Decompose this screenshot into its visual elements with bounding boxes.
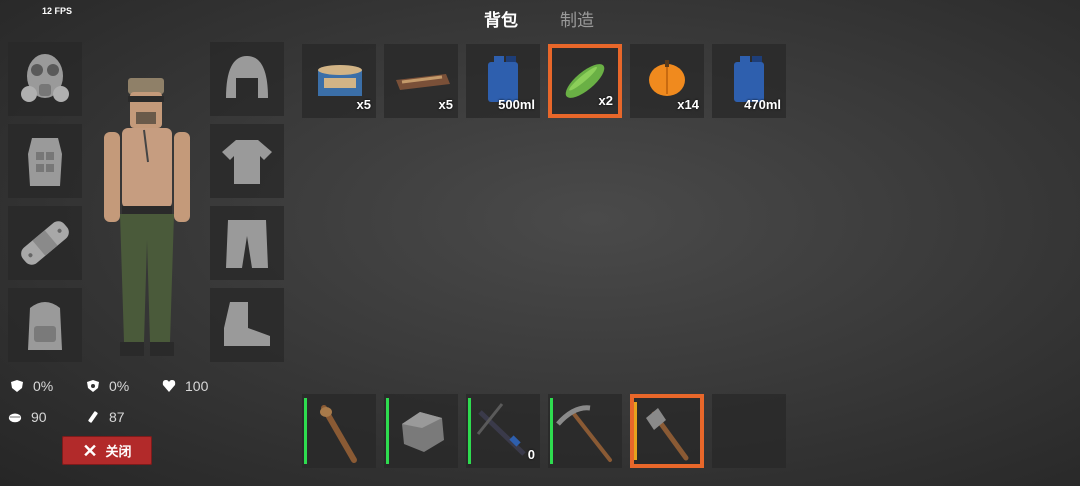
item-quantity: x14 [677,97,699,112]
bandage-icon [21,221,69,265]
body-armor-icon [28,138,62,186]
inventory-slot-selected[interactable]: x2 [548,44,622,118]
inventory-slot[interactable]: x5 [384,44,458,118]
close-button-label: 关闭 [105,444,132,459]
inventory-slot[interactable]: x14 [630,44,704,118]
stat-resistance: 0% [86,378,129,394]
wooden-club-icon [320,405,357,463]
hotbar-slot[interactable] [302,394,376,468]
item-quantity: 470ml [744,97,781,112]
equip-slot-helmet[interactable] [210,42,284,116]
stat-health: 100 [162,378,208,394]
food-icon [8,413,22,423]
tab-crafting[interactable]: 制造 [560,6,594,31]
item-quantity: 500ml [498,97,535,112]
item-quantity: x5 [438,97,453,112]
hotbar-slot-empty[interactable] [712,394,786,468]
ammo-count: 0 [527,447,535,462]
close-icon: ✕ [82,440,98,461]
radiation-shield-icon [87,380,99,392]
boots-icon [224,302,270,346]
water-bottle-icon [88,411,98,423]
stat-resistance-value: 0% [109,378,130,394]
stone-axe-icon [646,408,689,461]
hotbar-slot[interactable]: 0 [466,394,540,468]
equip-slot-shirt[interactable] [210,124,284,198]
hotbar-slot[interactable] [384,394,458,468]
helmet-icon [226,56,268,98]
shield-icon [11,380,23,392]
hotbar-slot[interactable] [548,394,622,468]
character-model [104,78,190,356]
equip-slot-mask[interactable] [8,42,82,116]
pants-icon [226,220,268,268]
stat-health-value: 100 [185,378,209,394]
pickaxe-icon [556,405,612,462]
fps-counter: 12 FPS [42,6,73,16]
stat-armor-value: 0% [33,378,54,394]
inventory-slot[interactable]: x5 [302,44,376,118]
equip-slot-medical[interactable] [8,206,82,280]
stat-water-value: 87 [109,409,125,425]
stat-water: 87 [86,409,125,425]
heart-icon [162,380,176,392]
gas-mask-icon [21,54,69,102]
item-quantity: x5 [356,97,371,112]
stat-armor: 0% [10,378,53,394]
stone-icon [402,412,444,452]
tab-backpack[interactable]: 背包 [484,6,518,31]
equip-slot-armor[interactable] [8,124,82,198]
backpack-icon [28,302,62,350]
inventory-slot[interactable]: 470ml [712,44,786,118]
t-shirt-icon [222,140,272,184]
stat-food-value: 90 [31,409,47,425]
item-quantity: x2 [598,93,613,108]
close-button[interactable]: ✕ 关闭 [62,436,152,465]
equip-slot-pants[interactable] [210,206,284,280]
stat-food: 90 [8,409,47,425]
inventory-slot[interactable]: 500ml [466,44,540,118]
equip-slot-boots[interactable] [210,288,284,362]
equip-slot-backpack[interactable] [8,288,82,362]
hotbar-slot-selected[interactable] [630,394,704,468]
